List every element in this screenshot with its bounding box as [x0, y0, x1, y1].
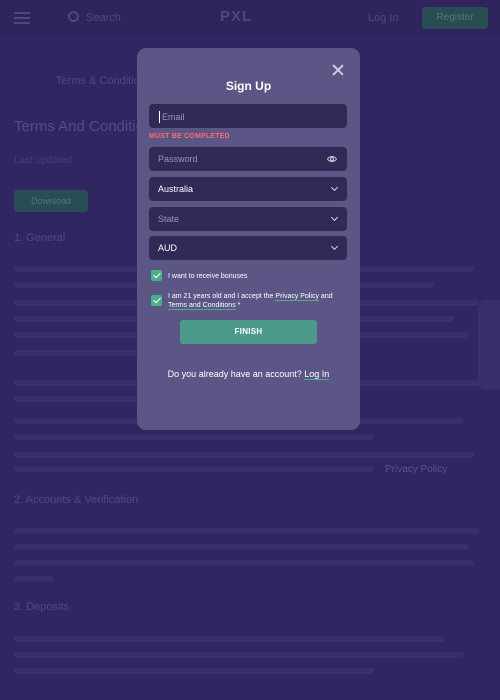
email-field[interactable]	[149, 104, 347, 129]
currency-value: AUD	[158, 243, 178, 253]
close-icon[interactable]	[331, 63, 345, 77]
eye-icon[interactable]	[327, 155, 337, 163]
text-cursor	[159, 111, 160, 123]
login-prompt: Do you already have an account? Log In	[137, 369, 360, 380]
password-input[interactable]	[158, 147, 318, 171]
password-field[interactable]	[149, 147, 347, 171]
signup-modal: Sign Up MUST BE COMPLETED Australia Stat…	[137, 48, 360, 430]
state-select[interactable]: State	[149, 207, 347, 231]
terms-conditions-link[interactable]: Terms and Conditions	[168, 302, 236, 310]
country-value: Australia	[158, 184, 194, 194]
bonus-label: I want to receive bonuses	[168, 273, 248, 280]
terms-suffix: *	[235, 302, 241, 309]
terms-label: I am 21 years old and I accept the Priva…	[168, 292, 348, 310]
terms-checkbox[interactable]	[151, 295, 162, 306]
chevron-down-icon	[330, 242, 339, 251]
modal-title: Sign Up	[225, 79, 272, 93]
finish-button[interactable]: FINISH	[180, 320, 317, 344]
privacy-policy-link[interactable]: Privacy Policy	[275, 293, 319, 301]
chevron-down-icon	[330, 183, 339, 192]
currency-select[interactable]: AUD	[149, 236, 347, 260]
bonus-checkbox[interactable]	[151, 270, 162, 281]
chevron-down-icon	[330, 213, 339, 222]
login-link[interactable]: Log In	[304, 369, 330, 380]
state-placeholder: State	[158, 214, 180, 224]
terms-prefix: I am 21 years old and I accept the	[168, 293, 276, 300]
account-question: Do you already have an account?	[167, 369, 302, 379]
country-select[interactable]: Australia	[149, 177, 347, 201]
email-error-message: MUST BE COMPLETED	[149, 133, 230, 140]
email-input[interactable]	[162, 105, 322, 129]
terms-and: and	[318, 293, 333, 300]
